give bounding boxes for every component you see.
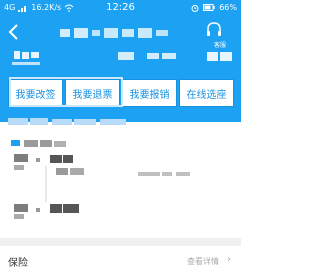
chevron-right-icon: › (227, 254, 231, 265)
date-blurred (147, 53, 176, 59)
insurance-label: 保险 (8, 258, 28, 269)
back-arrow-icon[interactable] (6, 22, 22, 42)
insurance-row[interactable]: 保险 查看详情 › (0, 238, 241, 270)
battery-percent: 66% (219, 3, 237, 12)
action-button-row: 我要改签 我要退票 我要报销 在线选座 (8, 79, 234, 107)
battery-icon (203, 4, 215, 11)
customer-service-label[interactable]: 客服 (214, 40, 226, 49)
origin-detail-blurred (12, 62, 40, 65)
change-ticket-button[interactable]: 我要改签 (8, 79, 63, 107)
alarm-icon (191, 4, 199, 12)
destination-blurred (207, 52, 232, 61)
itinerary-blurred (8, 118, 190, 219)
headset-icon[interactable] (205, 21, 223, 41)
select-seat-button[interactable]: 在线选座 (179, 79, 234, 107)
origin-blurred (14, 51, 39, 59)
page-title-blurred (60, 28, 168, 38)
status-bar: 4G 16.2K/s 12:26 66% (0, 0, 241, 16)
reimburse-button[interactable]: 我要报销 (122, 79, 177, 107)
refund-ticket-button[interactable]: 我要退票 (65, 79, 120, 107)
view-details-link[interactable]: 查看详情 (187, 256, 219, 267)
train-code-blurred (118, 52, 134, 60)
nav-bar: 客服 (0, 18, 241, 49)
